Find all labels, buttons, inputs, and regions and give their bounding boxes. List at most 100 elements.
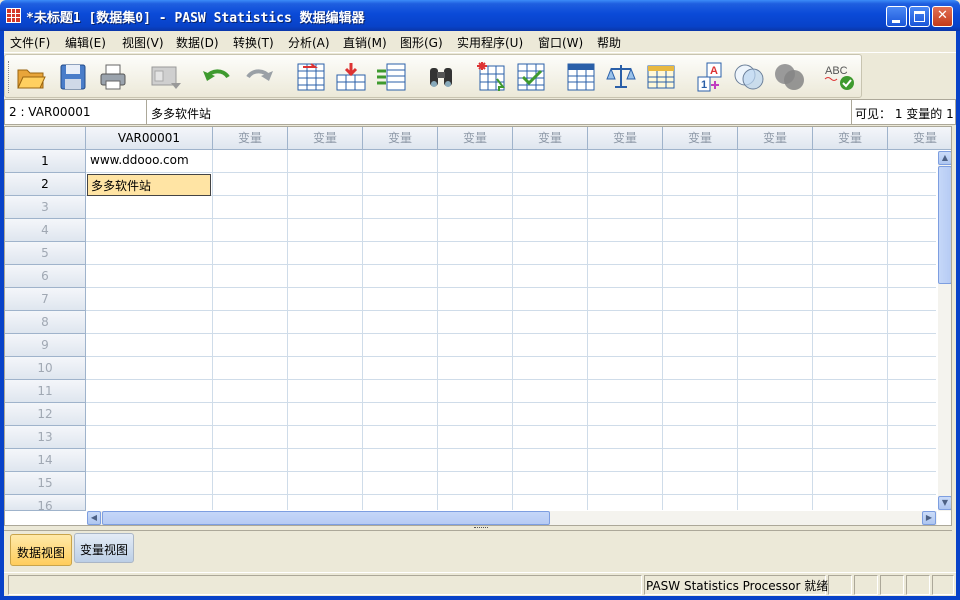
splitter-grip-icon [474, 527, 488, 530]
split-file-icon[interactable] [515, 61, 547, 93]
row-header[interactable]: 13 [5, 426, 86, 449]
vertical-scroll-thumb[interactable] [938, 166, 951, 284]
value-labels-icon[interactable] [645, 61, 677, 93]
minimize-icon [892, 20, 900, 23]
window-title: *未标题1 [数据集0] - PASW Statistics 数据编辑器 [26, 11, 365, 26]
grid-line [86, 241, 936, 242]
grid-line [512, 150, 513, 510]
column-header-var[interactable]: 变量 [438, 127, 513, 150]
status-pane [906, 575, 930, 595]
column-header-var[interactable]: 变量 [513, 127, 588, 150]
minimize-button[interactable] [886, 6, 907, 27]
grid-line [812, 150, 813, 510]
row-header[interactable]: 6 [5, 265, 86, 288]
row-header[interactable]: 8 [5, 311, 86, 334]
row-header[interactable]: 16 [5, 495, 86, 513]
menu-transform[interactable]: 转换(T) [233, 34, 274, 51]
select-cases-icon[interactable] [565, 61, 597, 93]
scroll-down-button[interactable]: ▼ [938, 496, 951, 510]
show-all-variables-icon[interactable] [733, 61, 765, 93]
spell-check-mark-icon [824, 76, 854, 90]
grid-line [86, 287, 936, 288]
data-cell-selected[interactable]: 多多软件站 [87, 174, 211, 196]
cell-value-input[interactable]: 多多软件站 [151, 105, 211, 122]
svg-text:1: 1 [701, 79, 707, 91]
row-header[interactable]: 7 [5, 288, 86, 311]
column-header-var[interactable]: 变量 [888, 127, 951, 150]
dialog-recall-icon[interactable] [149, 61, 181, 93]
column-header-var[interactable]: 变量 [588, 127, 663, 150]
menu-marketing[interactable]: 直销(M) [343, 34, 387, 51]
horizontal-scrollbar[interactable]: ◀ ▶ [87, 511, 937, 525]
menu-file[interactable]: 文件(F) [10, 34, 50, 51]
row-header[interactable]: 3 [5, 196, 86, 219]
row-header[interactable]: 1 [5, 150, 86, 173]
weight-cases-icon[interactable] [605, 61, 637, 93]
column-header-var[interactable]: 变量 [813, 127, 888, 150]
row-header[interactable]: 10 [5, 357, 86, 380]
goto-variable-icon[interactable] [335, 61, 367, 93]
undo-icon[interactable] [201, 61, 233, 93]
maximize-button[interactable] [909, 6, 930, 27]
column-header-var[interactable]: 变量 [288, 127, 363, 150]
menu-analyze[interactable]: 分析(A) [288, 34, 330, 51]
save-disk-icon[interactable] [57, 61, 89, 93]
status-bar: PASW Statistics Processor 就绪 [4, 572, 956, 596]
column-header-var[interactable]: 变量 [738, 127, 813, 150]
window-frame-bottom [0, 596, 960, 600]
grid-line [86, 494, 936, 495]
scroll-right-button[interactable]: ▶ [922, 511, 936, 525]
grid-corner[interactable] [5, 127, 86, 150]
menu-utilities[interactable]: 实用程序(U) [457, 34, 523, 51]
column-header-var[interactable]: 变量 [663, 127, 738, 150]
close-button[interactable]: ✕ [932, 6, 953, 27]
row-header[interactable]: 15 [5, 472, 86, 495]
svg-text:A: A [710, 65, 718, 77]
row-header[interactable]: 2 [5, 173, 86, 196]
tab-variable-view[interactable]: 变量视图 [74, 533, 134, 563]
row-header[interactable]: 9 [5, 334, 86, 357]
scroll-up-button[interactable]: ▲ [938, 151, 951, 165]
grid-line [212, 150, 213, 510]
grid-line [86, 172, 936, 173]
row-header[interactable]: 12 [5, 403, 86, 426]
column-header-var[interactable]: 变量 [213, 127, 288, 150]
window-frame-left [0, 31, 4, 600]
data-cell[interactable]: www.ddooo.com [87, 151, 211, 173]
toolbar-grip[interactable] [8, 61, 11, 93]
grid-line [662, 150, 663, 510]
open-folder-icon[interactable] [15, 61, 47, 93]
variables-icon[interactable] [375, 61, 407, 93]
status-pane [880, 575, 904, 595]
menu-edit[interactable]: 编辑(E) [65, 34, 106, 51]
use-sets-icon[interactable]: A1 [695, 61, 727, 93]
scroll-left-button[interactable]: ◀ [87, 511, 101, 525]
column-header-var[interactable]: 变量 [363, 127, 438, 150]
processor-status: PASW Statistics Processor 就绪 [646, 579, 829, 593]
row-header[interactable]: 14 [5, 449, 86, 472]
row-header[interactable]: 4 [5, 219, 86, 242]
goto-case-icon[interactable] [295, 61, 327, 93]
vertical-scrollbar[interactable]: ▲ ▼ [938, 151, 951, 511]
grid-line [86, 310, 936, 311]
menu-data[interactable]: 数据(D) [176, 34, 219, 51]
grid-line [287, 150, 288, 510]
horizontal-scroll-thumb[interactable] [102, 511, 550, 525]
menu-window[interactable]: 窗口(W) [538, 34, 583, 51]
column-header-var00001[interactable]: VAR00001 [86, 127, 213, 150]
menu-graphs[interactable]: 图形(G) [400, 34, 443, 51]
toolbar: A1 ABC [4, 54, 862, 98]
menu-help[interactable]: 帮助 [597, 34, 621, 51]
tab-data-view[interactable]: 数据视图 [10, 534, 72, 566]
insert-cases-icon[interactable] [475, 61, 507, 93]
print-icon[interactable] [97, 61, 129, 93]
find-binoculars-icon[interactable] [425, 61, 457, 93]
menu-view[interactable]: 视图(V) [122, 34, 164, 51]
grid-line [86, 218, 936, 219]
redo-icon[interactable] [243, 61, 275, 93]
row-header[interactable]: 11 [5, 380, 86, 403]
spell-check-icon[interactable]: ABC [823, 61, 855, 93]
app-grid-icon[interactable] [6, 8, 21, 23]
circles-gray-icon[interactable] [773, 61, 805, 93]
row-header[interactable]: 5 [5, 242, 86, 265]
